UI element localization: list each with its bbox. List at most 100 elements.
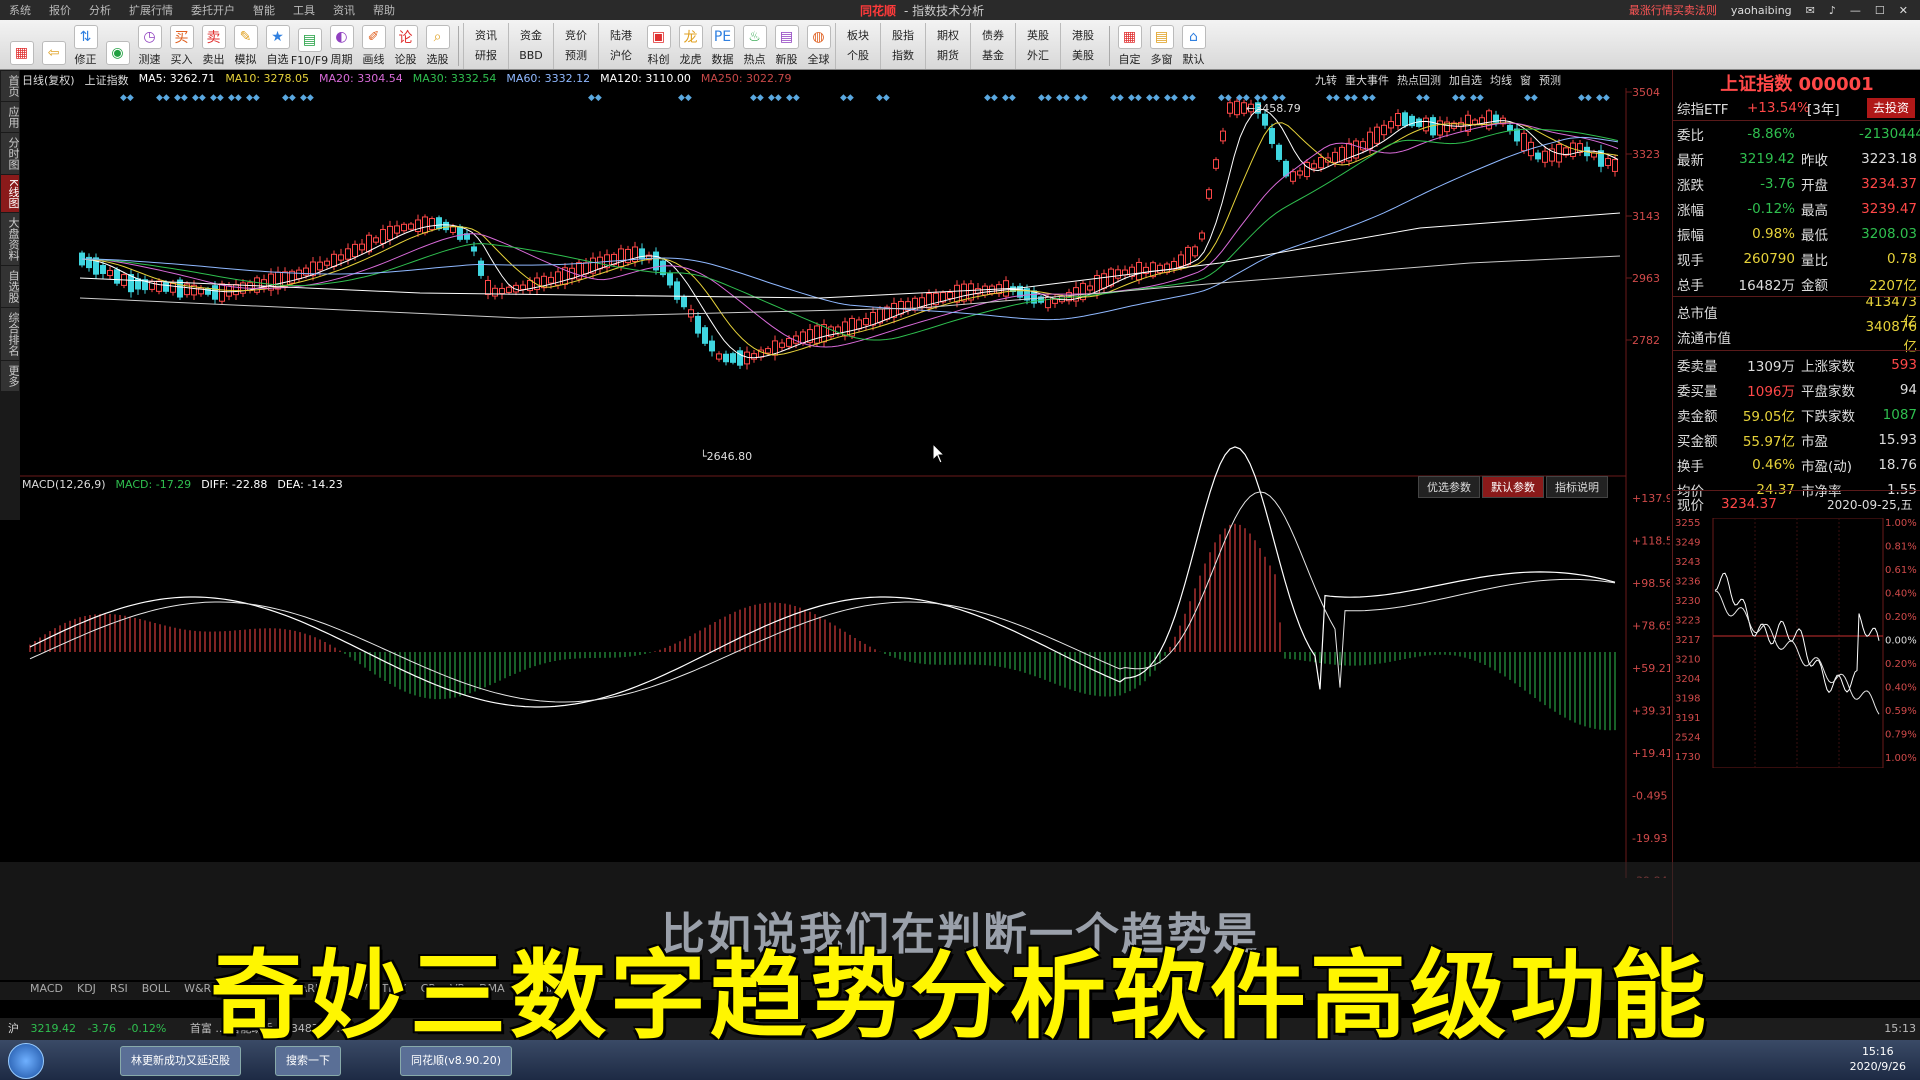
quote-key: 买金额 bbox=[1677, 434, 1718, 450]
toolbar-double-button[interactable]: 债券 基金 bbox=[970, 23, 1015, 69]
minimize-icon[interactable]: — bbox=[1850, 4, 1861, 17]
toolbar-top-label[interactable]: 股指 bbox=[892, 26, 914, 46]
toolbar-bottom-label[interactable]: 基金 bbox=[982, 46, 1004, 66]
left-tab-0[interactable]: 首页 bbox=[1, 71, 20, 101]
toolbar-bottom-label[interactable]: 外汇 bbox=[1027, 46, 1049, 66]
toolbar-custom-button[interactable]: ▦ 自定 bbox=[1114, 23, 1145, 69]
toolbar-kechuang-button[interactable]: ▣ 科创 bbox=[643, 23, 674, 69]
intraday-mini-chart[interactable]: 3255 3249 3243 3236 3230 3223 3217 3210 3204 3198… bbox=[1673, 518, 1920, 768]
toolbar-pe-button[interactable]: PE 数据 bbox=[707, 23, 738, 69]
quote-key: 开盘 bbox=[1801, 178, 1828, 194]
promo-link[interactable]: 最涨行情买卖法则 bbox=[1629, 2, 1717, 18]
toolbar-up-down-button[interactable]: ⇅ 修正 bbox=[70, 23, 101, 69]
chart-tool-1[interactable]: 重大事件 bbox=[1345, 72, 1389, 88]
macd-button-1[interactable]: 默认参数 bbox=[1482, 476, 1544, 498]
taskbar-item[interactable]: 搜索一下 bbox=[275, 1046, 341, 1076]
invest-button[interactable]: 去投资 bbox=[1867, 98, 1915, 118]
toolbar-star-button[interactable]: ★ 自选 bbox=[262, 23, 293, 69]
start-button[interactable] bbox=[8, 1043, 44, 1079]
toolbar-new-stock-button[interactable]: ▤ 新股 bbox=[771, 23, 802, 69]
toolbar-top-label[interactable]: 资金 bbox=[520, 26, 542, 46]
menu-item-4[interactable]: 委托开户 bbox=[182, 2, 244, 18]
toolbar-top-label[interactable]: 资讯 bbox=[475, 26, 497, 46]
toolbar-windows-button[interactable]: ▤ 多窗 bbox=[1146, 23, 1177, 69]
toolbar-globe-button[interactable]: ◍ 全球 bbox=[803, 23, 834, 69]
toolbar-double-button[interactable]: 期权 期货 bbox=[925, 23, 970, 69]
toolbar-top-label[interactable]: 债券 bbox=[982, 26, 1004, 46]
menu-item-5[interactable]: 智能 bbox=[244, 2, 284, 18]
left-tab-7[interactable]: 更多 bbox=[1, 361, 20, 392]
toolbar-period-button[interactable]: ◐ 周期 bbox=[326, 23, 357, 69]
toolbar-dragon-button[interactable]: 龙龙虎 bbox=[675, 23, 706, 69]
chart-tool-4[interactable]: 均线 bbox=[1490, 72, 1512, 88]
toolbar-home-button[interactable]: ⌂ 默认 bbox=[1178, 23, 1209, 69]
toolbar-discuss-button[interactable]: 论论股 bbox=[390, 23, 421, 69]
toolbar-coin-button[interactable]: ◉ bbox=[102, 23, 133, 69]
left-tab-5[interactable]: 自选股 bbox=[1, 266, 20, 308]
left-tab-3[interactable]: K线图 bbox=[1, 175, 20, 213]
toolbar-simulate-button[interactable]: ✎ 模拟 bbox=[230, 23, 261, 69]
toolbar-double-button[interactable]: 资金 BBD bbox=[508, 23, 553, 69]
chart-tool-2[interactable]: 热点回测 bbox=[1397, 72, 1441, 88]
toolbar-double-button[interactable]: 港股 美股 bbox=[1060, 23, 1105, 69]
toolbar-search-button[interactable]: ⌕ 选股 bbox=[422, 23, 453, 69]
menu-item-6[interactable]: 工具 bbox=[284, 2, 324, 18]
toolbar-double-button[interactable]: 板块 个股 bbox=[835, 23, 880, 69]
signal-diamond-icon: ◆◆ bbox=[1002, 93, 1016, 103]
chart-tool-5[interactable]: 窗 bbox=[1520, 72, 1531, 88]
chart-tool-0[interactable]: 九转 bbox=[1315, 72, 1337, 88]
taskbar-item[interactable]: 同花顺(v8.90.20) bbox=[400, 1046, 513, 1076]
chart-mode[interactable]: 日线(复权) bbox=[22, 72, 75, 88]
menu-item-8[interactable]: 帮助 bbox=[364, 2, 404, 18]
toolbar-bottom-label[interactable]: 美股 bbox=[1072, 46, 1094, 66]
toolbar-bottom-label[interactable]: 指数 bbox=[892, 46, 914, 66]
close-icon[interactable]: ✕ bbox=[1899, 4, 1908, 17]
left-tab-4[interactable]: 大盘资料 bbox=[1, 213, 20, 266]
quote-key: 最高 bbox=[1801, 203, 1828, 219]
toolbar-top-label[interactable]: 板块 bbox=[847, 26, 869, 46]
chart-tool-3[interactable]: 加自选 bbox=[1449, 72, 1482, 88]
menu-item-0[interactable]: 系统 bbox=[0, 2, 40, 18]
maximize-icon[interactable]: ☐ bbox=[1875, 4, 1885, 17]
toolbar-double-button[interactable]: 股指 指数 bbox=[880, 23, 925, 69]
quote-key: 委买量 bbox=[1677, 384, 1718, 400]
mail-icon[interactable]: ✉ bbox=[1806, 4, 1815, 17]
toolbar-top-label[interactable]: 英股 bbox=[1027, 26, 1049, 46]
bell-icon[interactable]: ♪ bbox=[1829, 4, 1836, 17]
toolbar-bottom-label[interactable]: BBD bbox=[519, 46, 543, 66]
menu-item-3[interactable]: 扩展行情 bbox=[120, 2, 182, 18]
macd-button-0[interactable]: 优选参数 bbox=[1418, 476, 1480, 498]
left-tab-6[interactable]: 综合排名 bbox=[1, 308, 20, 361]
toolbar-double-button[interactable]: 资讯 研报 bbox=[463, 23, 508, 69]
toolbar-pen-button[interactable]: ✐ 画线 bbox=[358, 23, 389, 69]
toolbar-clock-button[interactable]: ◷ 测速 bbox=[134, 23, 165, 69]
toolbar-bottom-label[interactable]: 期货 bbox=[937, 46, 959, 66]
toolbar-hot-button[interactable]: ♨ 热点 bbox=[739, 23, 770, 69]
taskbar-item[interactable]: 林更新成功又延迟股 bbox=[120, 1046, 241, 1076]
toolbar-bottom-label[interactable]: 沪伦 bbox=[610, 46, 632, 66]
candle-body bbox=[786, 337, 792, 347]
toolbar-bottom-label[interactable]: 个股 bbox=[847, 46, 869, 66]
toolbar-double-button[interactable]: 竞价 预测 bbox=[553, 23, 598, 69]
toolbar-top-label[interactable]: 期权 bbox=[937, 26, 959, 46]
menu-item-1[interactable]: 报价 bbox=[40, 2, 80, 18]
toolbar-buy-button[interactable]: 买买入 bbox=[166, 23, 197, 69]
toolbar-back-arrow-button[interactable]: ⇦ bbox=[38, 23, 69, 69]
left-tab-1[interactable]: 应用 bbox=[1, 102, 20, 132]
left-tab-2[interactable]: 分时图 bbox=[1, 133, 20, 174]
toolbar-grid-button[interactable]: ▦ bbox=[6, 23, 37, 69]
toolbar-double-button[interactable]: 陆港 沪伦 bbox=[598, 23, 643, 69]
toolbar-top-label[interactable]: 港股 bbox=[1072, 26, 1094, 46]
toolbar-top-label[interactable]: 陆港 bbox=[610, 26, 632, 46]
toolbar-bottom-label[interactable]: 预测 bbox=[565, 46, 587, 66]
chart-tool-6[interactable]: 预测 bbox=[1539, 72, 1561, 88]
user-name[interactable]: yaohaibing bbox=[1731, 4, 1792, 17]
toolbar-top-label[interactable]: 竞价 bbox=[565, 26, 587, 46]
toolbar-f10-button[interactable]: ▤ F10/F9 bbox=[291, 23, 328, 69]
macd-button-2[interactable]: 指标说明 bbox=[1546, 476, 1608, 498]
toolbar-bottom-label[interactable]: 研报 bbox=[475, 46, 497, 66]
menu-item-7[interactable]: 资讯 bbox=[324, 2, 364, 18]
toolbar-sell-button[interactable]: 卖卖出 bbox=[198, 23, 229, 69]
menu-item-2[interactable]: 分析 bbox=[80, 2, 120, 18]
toolbar-double-button[interactable]: 英股 外汇 bbox=[1015, 23, 1060, 69]
